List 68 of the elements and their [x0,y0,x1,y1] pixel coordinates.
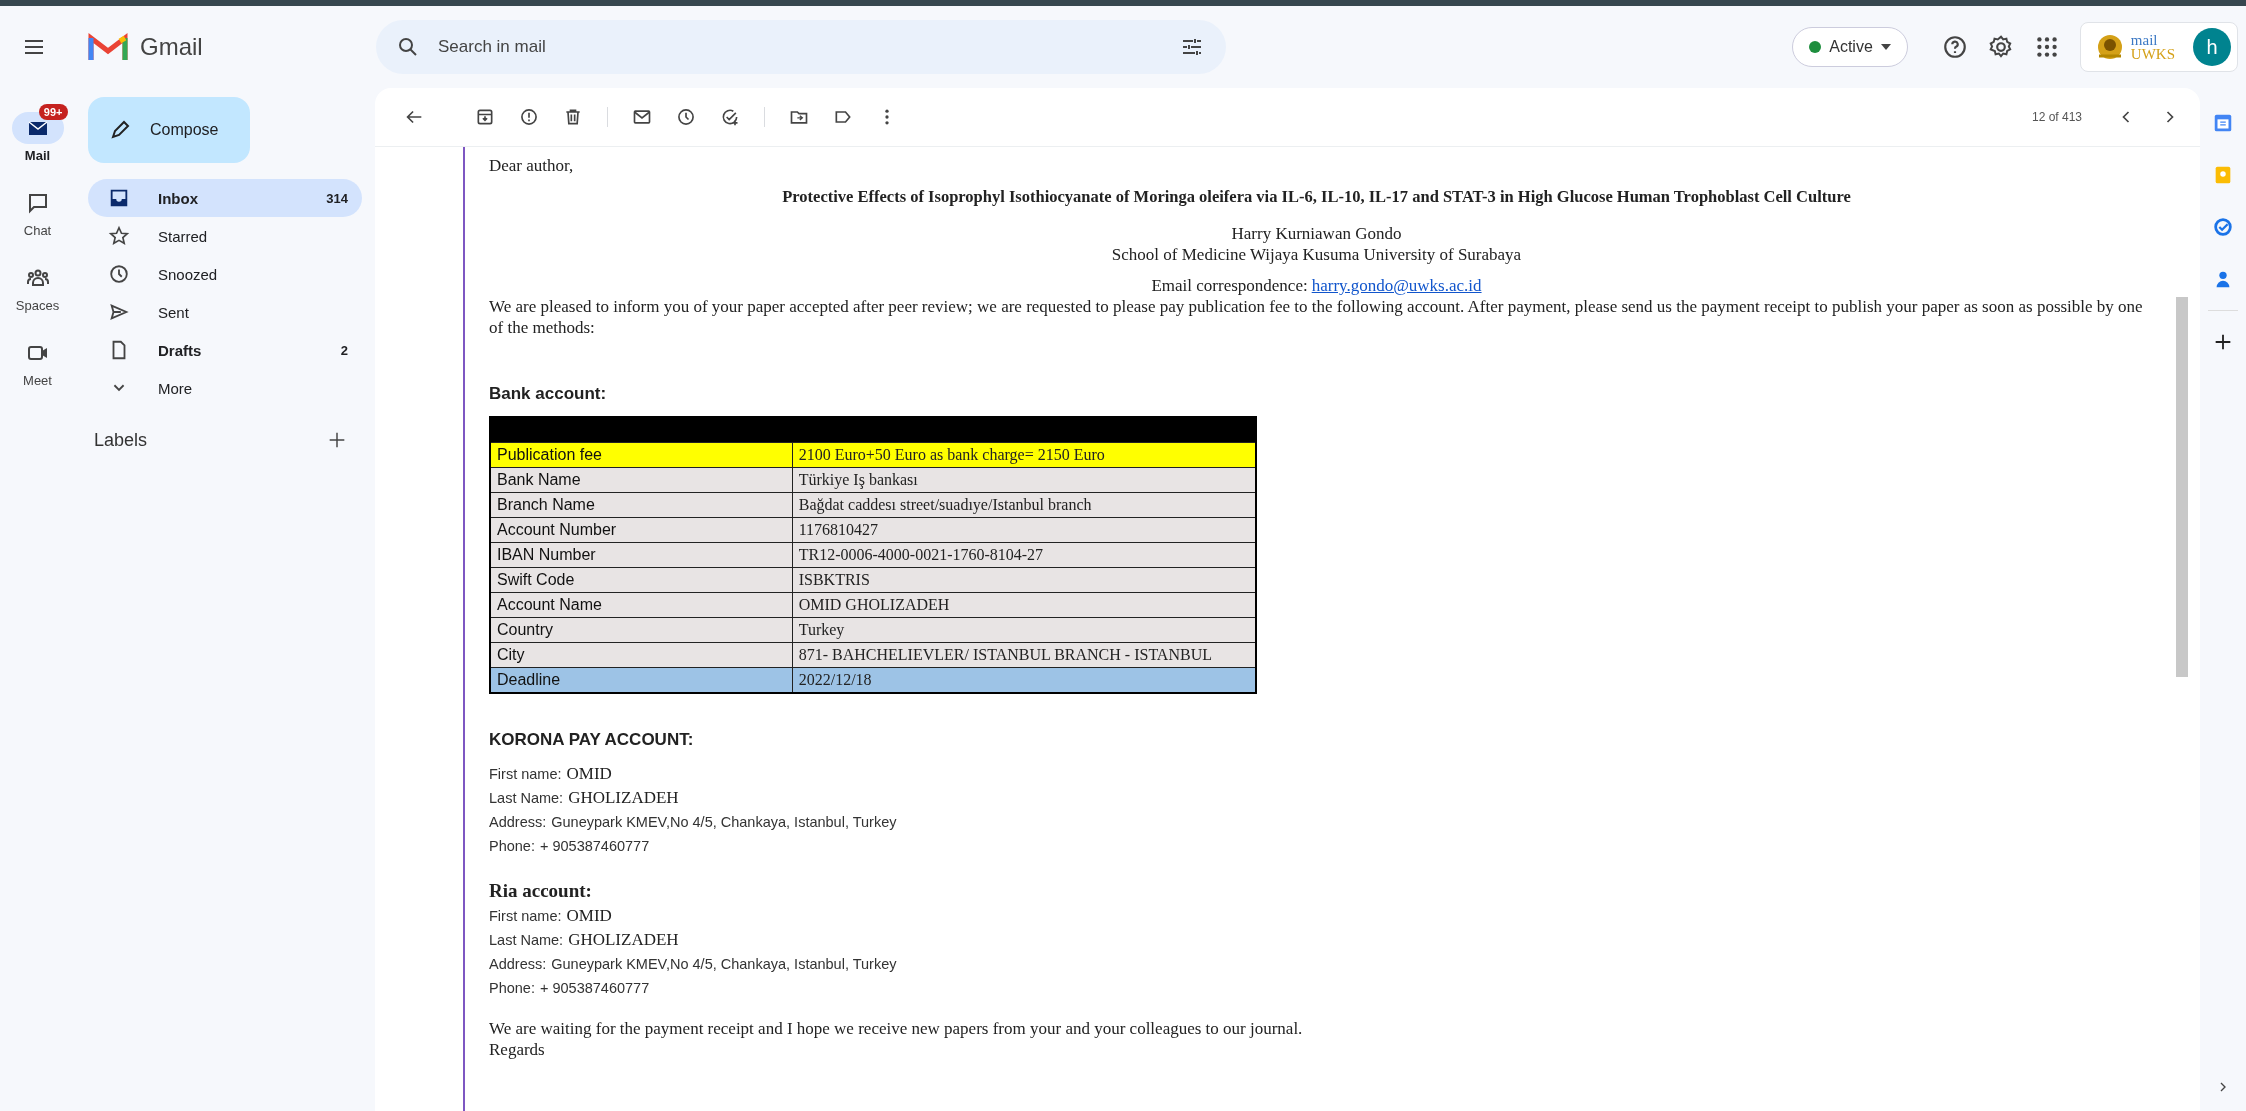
pencil-icon [108,118,132,142]
field-line: First name: OMID [489,763,613,785]
folder-item[interactable]: More [88,369,362,407]
section-heading: Ria account: [489,880,593,902]
table-cell: Publication fee [490,442,793,468]
archive-icon[interactable] [475,107,495,127]
field-line: Last Name: GHOLIZADEH [489,787,680,809]
logo-icon[interactable] [88,32,128,62]
alert-icon[interactable] [519,107,539,127]
greeting: Dear author, [489,155,575,176]
account-card[interactable]: mail UWKS h [2079,22,2238,72]
table-cell: Swift Code [490,567,793,593]
table-cell: City [490,642,793,668]
field-line: Phone: + 905387460777 [489,837,651,856]
help-icon[interactable] [1941,34,1968,60]
compose-button[interactable]: Compose [88,97,250,163]
caret-icon [1880,44,1891,50]
rail-item[interactable]: Chat [5,177,70,238]
message-body: We are pleased to inform you of your paper accepted after peer review; we are requested to please pay publication fee to the following account. After payment, please send us the payment receipt to publish your paper as soon as possible by one of the methods: [489,296,2144,338]
unread-badge: 99+ [38,104,68,120]
org-name: mail [2130,33,2159,47]
search-field[interactable]: Search in mail [376,20,1226,74]
rail-item[interactable]: Meet [5,327,70,388]
status-button[interactable]: Active [1792,27,1908,67]
scrollbar-thumb[interactable] [2176,297,2188,677]
avatar[interactable]: h [2193,28,2231,66]
send-icon [108,301,130,323]
table-cell: Account Number [490,517,793,543]
table-cell: Bank Name [490,467,793,493]
star-icon [108,225,130,247]
folder-item[interactable]: Inbox 314 [88,179,362,217]
correspondence-label: Email correspondence: [1151,276,1308,295]
clock-icon [108,263,130,285]
affiliation: School of Medicine Wijaya Kusuma University of Surabaya [1110,244,1523,265]
folder-item[interactable]: Drafts 2 [88,331,362,369]
table-cell: Account Name [490,592,793,618]
tasks-icon[interactable] [2212,216,2234,238]
field-line: Address: Guneypark KMEV,No 4/5, Chankaya, Istanbul, Turkey [489,813,898,832]
field-line: Last Name: GHOLIZADEH [489,929,680,951]
folder-item[interactable]: Sent [88,293,362,331]
inbox-icon [108,187,130,209]
field-line: Address: Guneypark KMEV,No 4/5, Chankaya, Istanbul, Turkey [489,955,898,974]
calendar-icon[interactable] [2212,112,2234,134]
org-name: UWKS [2130,47,2175,61]
rail-item[interactable]: Spaces [5,252,70,313]
folder-item[interactable]: Starred [88,217,362,255]
author-name: Harry Kurniawan Gondo [1230,223,1403,244]
closing-text: We are waiting for the payment receipt and I hope we receive new papers from your and your colleagues to our journal. [489,1018,1304,1039]
delete-icon[interactable] [563,107,583,127]
message-position: 12 of 413 [2031,110,2082,124]
table-cell: Country [490,617,793,643]
settings-icon[interactable] [1987,34,2014,60]
section-heading: KORONA PAY ACCOUNT: [489,730,695,750]
product-name: Gmail [140,33,203,61]
sign-off: Regards [489,1039,546,1060]
field-line: Phone: + 905387460777 [489,979,651,998]
envelope-icon[interactable] [632,107,652,127]
rail-item[interactable]: 99+ Mail [5,102,70,163]
email-link[interactable]: harry.gondo@uwks.ac.id [1311,276,1482,295]
folder-item[interactable]: Snoozed [88,255,362,293]
add-task-icon[interactable] [720,107,740,127]
paper-title: Protective Effects of Isoprophyl Isothiocyanate of Moringa oleifera via IL-6, IL-10, IL-17 and STAT-3 in High Glucose Human Trophoblast Cell Culture [781,186,1852,207]
table-cell: IBAN Number [490,542,793,568]
table-cell: Branch Name [490,492,793,518]
field-line: First name: OMID [489,905,613,927]
section-heading: Bank account: [489,384,608,404]
clock-icon[interactable] [676,107,696,127]
labels-heading: Labels [94,429,148,451]
